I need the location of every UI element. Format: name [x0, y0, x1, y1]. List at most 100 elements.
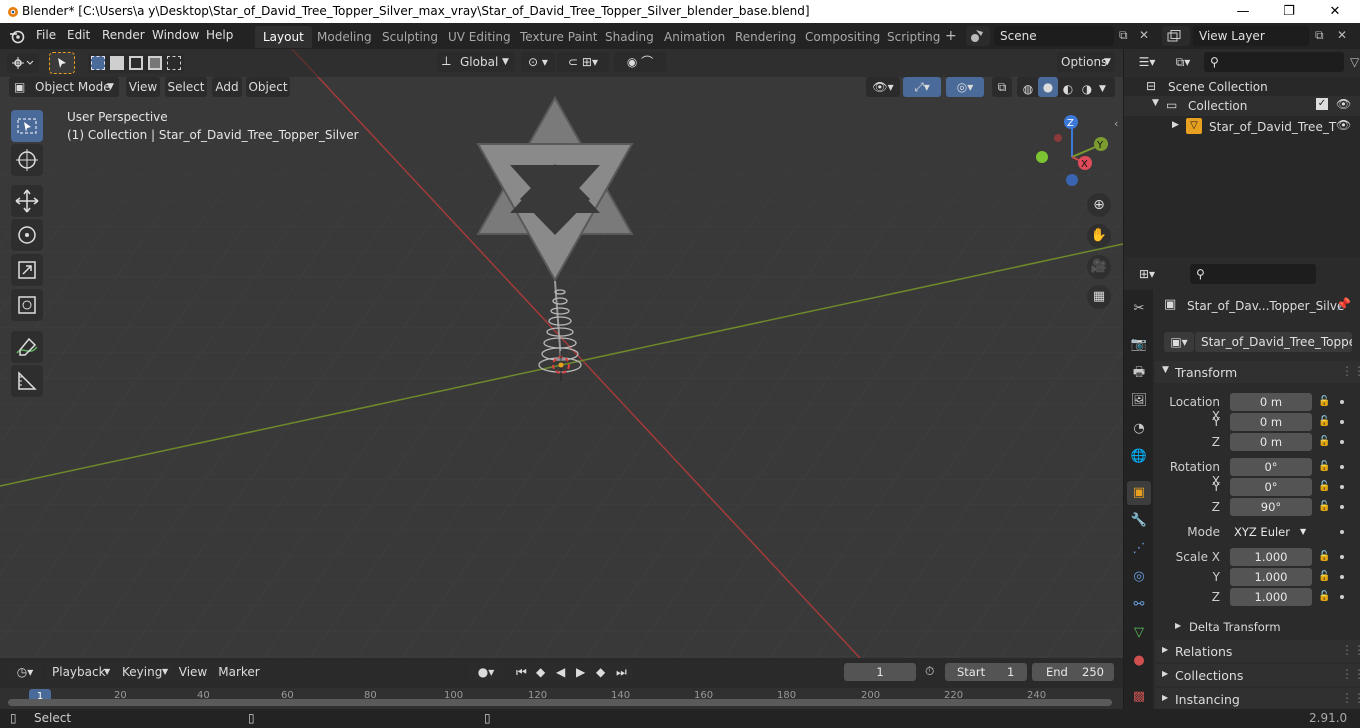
transform-orientation-dropdown[interactable]: ⟂ Global ▼ — [437, 52, 515, 72]
blender-menu-icon[interactable] — [9, 28, 25, 44]
timeline-menu-marker[interactable]: Marker — [216, 662, 262, 682]
keyframe-dot-icon[interactable] — [1340, 420, 1344, 424]
lock-icon[interactable]: 🔓 — [1318, 591, 1330, 602]
instancing-panel-header[interactable]: ▶ Instancing ⋮⋮ — [1155, 688, 1360, 709]
outliner-search-input[interactable]: ⚲ — [1204, 52, 1344, 72]
rotation-y-field[interactable]: 0° — [1230, 478, 1312, 496]
zoom-view-icon[interactable]: ⊕ — [1087, 193, 1111, 217]
menu-window[interactable]: Window — [152, 28, 199, 42]
scale-y-field[interactable]: 1.000 — [1230, 568, 1312, 586]
tab-shading[interactable]: Shading — [597, 26, 662, 48]
frame-ruler[interactable]: 1 20 40 60 80 100 120 140 160 180 200 22… — [0, 688, 1123, 709]
rotation-z-field[interactable]: 90° — [1230, 498, 1312, 516]
minimize-button[interactable]: — — [1220, 0, 1266, 23]
keyframe-dot-icon[interactable] — [1340, 530, 1344, 534]
add-workspace-icon[interactable]: + — [945, 28, 957, 44]
viewport-menu-add[interactable]: Add — [212, 77, 242, 97]
object-tab-icon[interactable]: ▣ — [1127, 481, 1151, 505]
transform-panel-header[interactable]: ▼ Transform ⋮⋮ — [1155, 361, 1360, 383]
playback-menu[interactable]: Playback ▼ — [46, 662, 116, 682]
eye-icon[interactable]: 👁 — [1336, 118, 1351, 132]
rotate-tool[interactable] — [11, 219, 43, 251]
mode-dropdown[interactable]: ▣ Object Mode ▼ — [9, 77, 119, 97]
lock-icon[interactable]: 🔓 — [1318, 461, 1330, 472]
drag-handle-icon[interactable]: ⋮⋮ — [1341, 364, 1360, 378]
xray-toggle[interactable]: ⧉ — [992, 77, 1012, 97]
lock-icon[interactable]: 🔓 — [1318, 436, 1330, 447]
pan-hand-icon[interactable]: ✋ — [1087, 224, 1111, 248]
view-layer-tab-icon[interactable]: 🖼 — [1127, 389, 1151, 413]
delta-transform-subpanel[interactable]: ▶ Delta Transform — [1155, 617, 1360, 637]
keyframe-dot-icon[interactable] — [1340, 465, 1344, 469]
annotate-tool[interactable] — [11, 331, 43, 363]
shading-mode-group[interactable]: ◍ ● ◐ ◑ ▼ — [1017, 77, 1115, 97]
measure-tool[interactable] — [11, 365, 43, 397]
menu-file[interactable]: File — [36, 28, 56, 42]
constraints-tab-icon[interactable]: ⚯ — [1127, 593, 1151, 617]
pivot-point-dropdown[interactable]: ⊙ ▾ — [521, 52, 555, 72]
editor-type-button[interactable] — [7, 53, 39, 73]
object-browse-button[interactable]: ▣▾ — [1164, 332, 1194, 352]
proportional-edit-toggle[interactable]: ◉ ⌒ — [614, 52, 666, 72]
lock-icon[interactable]: 🔓 — [1318, 571, 1330, 582]
keyframe-dot-icon[interactable] — [1340, 485, 1344, 489]
tab-sculpting[interactable]: Sculpting — [374, 26, 446, 48]
object-row[interactable]: ▶ ▽ Star_of_David_Tree_T 👁 — [1124, 117, 1360, 137]
gizmo-toggle[interactable]: ⤢▾ — [903, 77, 941, 97]
options-dropdown[interactable]: Options ▼ — [1057, 52, 1115, 72]
scene-browse-button[interactable] — [966, 26, 990, 46]
menu-help[interactable]: Help — [206, 28, 233, 42]
tab-compositing[interactable]: Compositing — [797, 26, 888, 48]
end-frame-field[interactable]: End 250 — [1032, 663, 1114, 681]
next-keyframe-icon[interactable]: ◆ — [596, 662, 605, 682]
tab-scripting[interactable]: Scripting — [879, 26, 948, 48]
stopwatch-icon[interactable]: ⏱ — [925, 664, 934, 679]
scene-tab-icon[interactable]: ◔ — [1127, 417, 1151, 441]
lock-icon[interactable]: 🔓 — [1318, 551, 1330, 562]
relations-panel-header[interactable]: ▶ Relations ⋮⋮ — [1155, 640, 1360, 662]
tab-animation[interactable]: Animation — [656, 26, 733, 48]
object-name-field[interactable]: Star_of_David_Tree_Topper_... — [1195, 332, 1352, 352]
camera-view-icon[interactable]: 🎥 — [1087, 255, 1111, 279]
tab-layout[interactable]: Layout — [255, 26, 312, 48]
render-tab-icon[interactable]: 📷 — [1127, 333, 1151, 357]
location-y-field[interactable]: 0 m — [1230, 413, 1312, 431]
material-tab-icon[interactable]: ● — [1127, 649, 1151, 673]
solid-shading-icon[interactable]: ● — [1038, 77, 1058, 97]
current-frame-field[interactable]: 1 — [844, 663, 916, 681]
physics-tab-icon[interactable]: ◎ — [1127, 565, 1151, 589]
drag-handle-icon[interactable]: ⋮⋮ — [1341, 691, 1360, 705]
move-tool[interactable] — [11, 185, 43, 217]
visibility-dropdown[interactable]: 👁▾ — [866, 77, 900, 97]
keyframe-dot-icon[interactable] — [1340, 595, 1344, 599]
outliner-editor-type-button[interactable]: ☰▾ — [1132, 52, 1162, 72]
tab-rendering[interactable]: Rendering — [727, 26, 804, 48]
keyframe-dot-icon[interactable] — [1340, 400, 1344, 404]
select-new-icon[interactable] — [91, 56, 105, 70]
select-extend-icon[interactable] — [110, 56, 124, 70]
select-intersect-icon[interactable] — [167, 56, 181, 70]
tab-texture-paint[interactable]: Texture Paint — [512, 26, 605, 48]
texture-tab-icon[interactable]: ▩ — [1127, 685, 1151, 709]
new-scene-icon[interactable]: ⧉ — [1119, 28, 1128, 43]
keyframe-dot-icon[interactable] — [1340, 575, 1344, 579]
location-z-field[interactable]: 0 m — [1230, 433, 1312, 451]
new-view-layer-icon[interactable]: ⧉ — [1315, 28, 1324, 43]
select-box-tool-button[interactable] — [49, 52, 75, 74]
menu-render[interactable]: Render — [102, 28, 145, 42]
tab-modeling[interactable]: Modeling — [309, 26, 380, 48]
collection-row[interactable]: ▼ ▭ Collection ✓ 👁 — [1124, 96, 1360, 116]
material-shading-icon[interactable]: ◐ — [1059, 79, 1077, 96]
view-layer-field[interactable]: View Layer — [1193, 26, 1309, 46]
viewport-menu-object[interactable]: Object — [246, 77, 290, 97]
wireframe-shading-icon[interactable]: ◍ — [1019, 79, 1037, 96]
selection-mode-group[interactable] — [88, 53, 184, 73]
select-box-tool[interactable] — [11, 110, 43, 142]
drag-handle-icon[interactable]: ⋮⋮ — [1341, 643, 1360, 657]
expand-arrow-icon[interactable]: ▶ — [1172, 120, 1179, 130]
rotation-x-field[interactable]: 0° — [1230, 458, 1312, 476]
chevron-down-icon[interactable]: ▼ — [1099, 79, 1106, 99]
scale-tool[interactable] — [11, 254, 43, 286]
lock-icon[interactable]: 🔓 — [1318, 396, 1330, 407]
auto-keying-toggle[interactable]: ●▾ — [468, 662, 504, 682]
